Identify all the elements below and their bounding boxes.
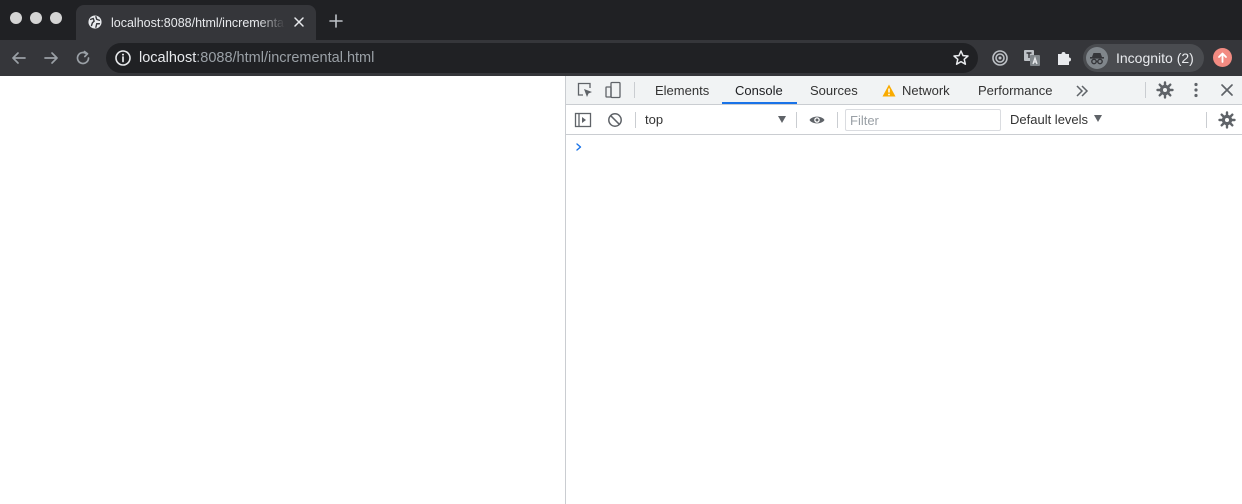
update-button[interactable] xyxy=(1213,48,1232,67)
warning-icon xyxy=(882,84,896,97)
browser-toolbar: localhost:8088/html/incremental.html Inc… xyxy=(0,40,1242,76)
forward-arrow-icon[interactable] xyxy=(42,49,60,67)
dropdown-arrow-icon xyxy=(1094,115,1102,122)
back-arrow-icon[interactable] xyxy=(10,49,28,67)
window-zoom-dot[interactable] xyxy=(50,12,62,24)
url-path: :8088/html/incremental.html xyxy=(196,50,375,66)
tab-console[interactable]: Console xyxy=(735,76,783,105)
translate-icon[interactable] xyxy=(1023,49,1041,67)
info-icon[interactable] xyxy=(114,49,132,67)
close-icon[interactable] xyxy=(1218,81,1236,99)
sidebar-toggle-icon[interactable] xyxy=(574,111,592,129)
incognito-profile-button[interactable]: Incognito (2) xyxy=(1083,44,1204,72)
dropdown-arrow-icon xyxy=(778,116,786,123)
tab-strip: localhost:8088/html/incremental.html xyxy=(0,0,1242,40)
url-text: localhost:8088/html/incremental.html xyxy=(139,50,374,66)
window-close-dot[interactable] xyxy=(10,12,22,24)
tab-sources[interactable]: Sources xyxy=(810,76,858,105)
update-icon xyxy=(1218,52,1227,63)
url-host: localhost xyxy=(139,50,197,66)
address-bar[interactable]: localhost:8088/html/incremental.html xyxy=(106,43,978,73)
toolbar-divider xyxy=(634,82,635,98)
browser-tab[interactable]: localhost:8088/html/incremental.html xyxy=(76,5,316,40)
more-tabs-icon[interactable] xyxy=(1073,82,1091,100)
log-levels-dropdown[interactable]: Default levels xyxy=(1010,112,1088,128)
incognito-label: Incognito (2) xyxy=(1116,50,1194,66)
kebab-menu-icon[interactable] xyxy=(1187,81,1205,99)
tab-title: localhost:8088/html/incremental.html xyxy=(111,16,285,30)
eye-icon[interactable] xyxy=(808,111,826,129)
tab-performance[interactable]: Performance xyxy=(978,76,1052,105)
incognito-icon xyxy=(1090,53,1104,65)
device-toggle-icon[interactable] xyxy=(604,81,622,99)
globe-icon xyxy=(88,15,102,29)
page-viewport[interactable] xyxy=(0,76,565,504)
star-icon[interactable] xyxy=(952,49,970,67)
toolbar-divider xyxy=(1206,112,1207,128)
puzzle-icon[interactable] xyxy=(1055,49,1073,67)
console-output[interactable] xyxy=(566,136,1242,504)
plus-icon[interactable] xyxy=(328,13,344,29)
close-icon[interactable] xyxy=(292,15,306,29)
toolbar-divider xyxy=(635,112,636,128)
prompt-chevron-icon xyxy=(576,143,582,151)
context-selector[interactable]: top xyxy=(645,112,789,128)
devtools-tab-bar: Elements Console Sources Network Perform… xyxy=(566,76,1242,105)
settings-icon[interactable] xyxy=(1156,81,1174,99)
devtools-panel: Elements Console Sources Network Perform… xyxy=(566,76,1242,504)
console-toolbar: top Default levels xyxy=(566,105,1242,135)
tab-network[interactable]: Network xyxy=(902,76,950,105)
toolbar-divider xyxy=(837,112,838,128)
incognito-avatar xyxy=(1086,47,1108,69)
inspect-element-icon[interactable] xyxy=(576,81,594,99)
window-minimize-dot[interactable] xyxy=(30,12,42,24)
toolbar-divider xyxy=(1145,82,1146,98)
console-settings-icon[interactable] xyxy=(1218,111,1236,129)
filter-input[interactable] xyxy=(845,109,1001,131)
tab-elements[interactable]: Elements xyxy=(655,76,709,105)
context-value: top xyxy=(645,112,664,127)
clear-console-icon[interactable] xyxy=(606,111,624,129)
target-icon[interactable] xyxy=(991,49,1009,67)
toolbar-divider xyxy=(796,112,797,128)
reload-icon[interactable] xyxy=(74,49,92,67)
active-tab-indicator xyxy=(722,102,797,104)
